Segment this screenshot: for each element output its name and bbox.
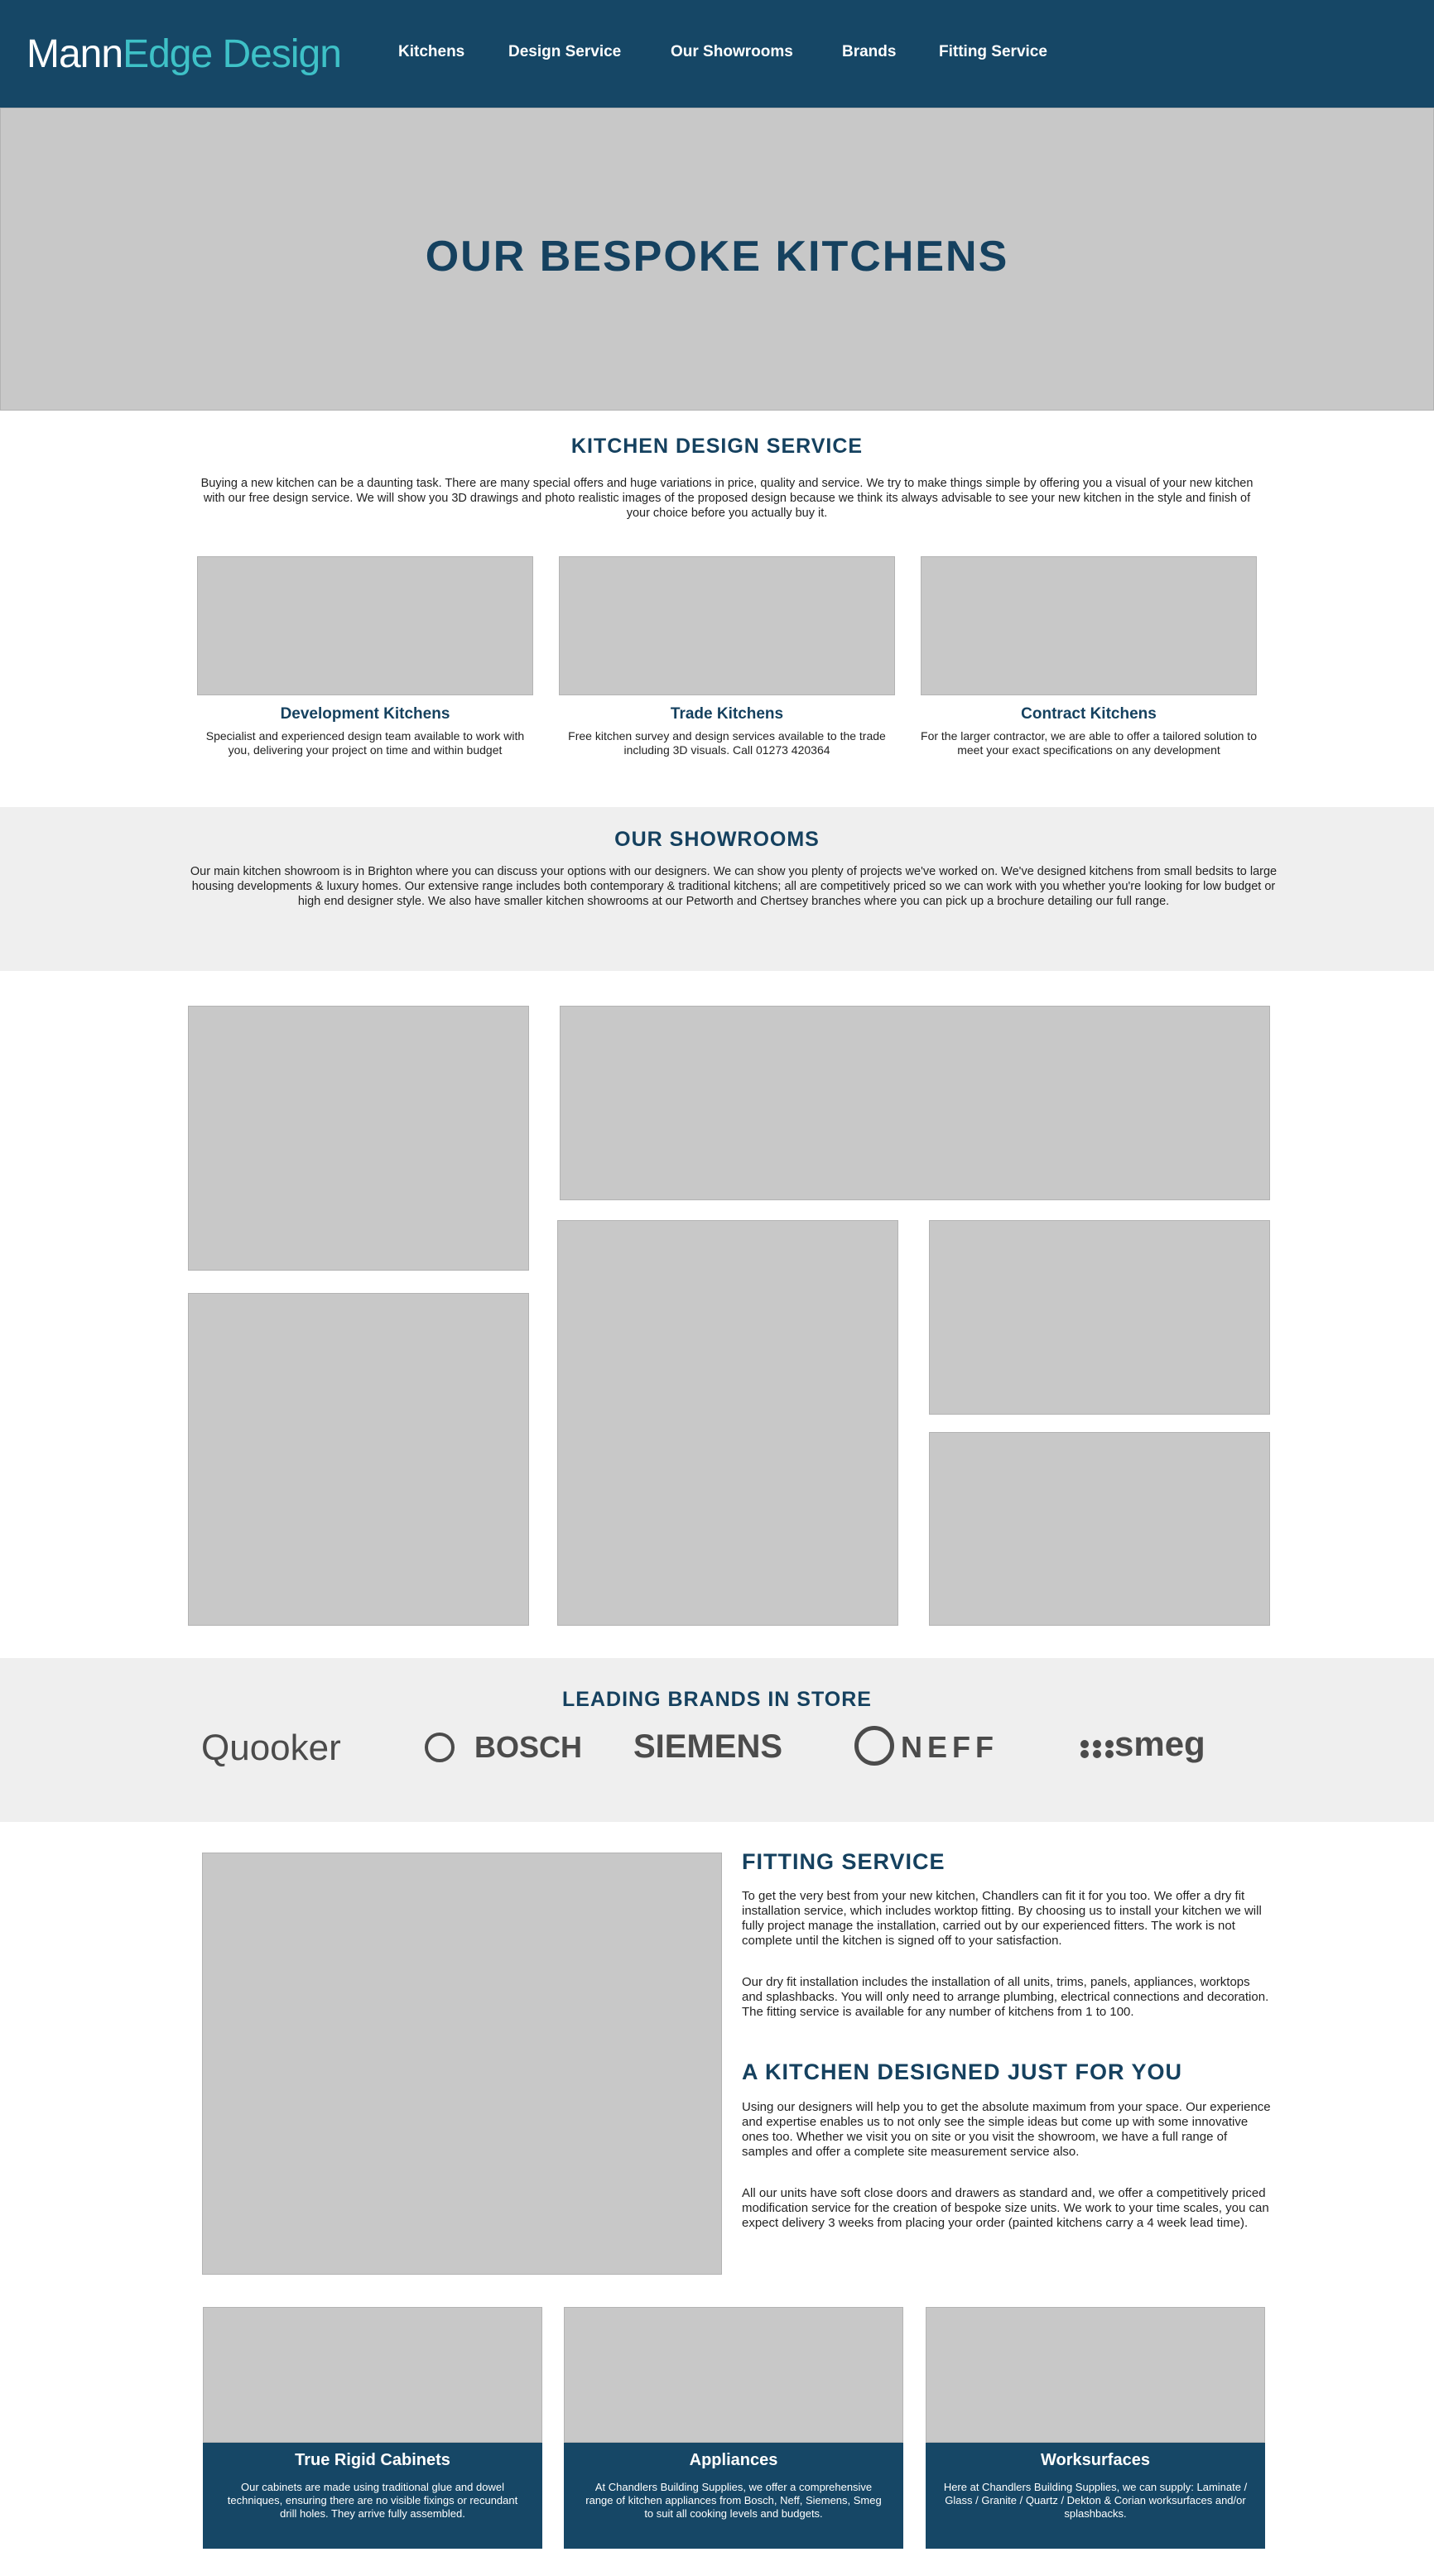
neff-logo-icon [854, 1726, 894, 1766]
designed-for-you-heading: A KITCHEN DESIGNED JUST FOR YOU [742, 2059, 1183, 2084]
brand-smeg[interactable]: smeg [1114, 1724, 1205, 1764]
brand-siemens[interactable]: SIEMENS [633, 1728, 782, 1766]
brand-bosch[interactable]: BOSCH [474, 1730, 582, 1765]
trade-kitchens-title[interactable]: Trade Kitchens [559, 705, 895, 723]
appliances-text: At Chandlers Building Supplies, we offer… [585, 2481, 882, 2520]
hero-title: OUR BESPOKE KITCHENS [425, 233, 1009, 281]
development-kitchens-title[interactable]: Development Kitchens [197, 705, 533, 723]
worksurfaces-text: Here at Chandlers Building Supplies, we … [943, 2481, 1248, 2520]
design-service-heading: KITCHEN DESIGN SERVICE [570, 435, 864, 458]
worksurfaces-panel: Worksurfaces Here at Chandlers Building … [926, 2443, 1265, 2549]
fitting-service-text-1: To get the very best from your new kitch… [742, 1889, 1262, 1948]
appliances-title: Appliances [689, 2451, 778, 2469]
design-service-text: Buying a new kitchen can be a daunting t… [200, 477, 1254, 520]
trade-kitchens-text: Free kitchen survey and design services … [568, 729, 886, 757]
worksurfaces-title: Worksurfaces [1041, 2451, 1150, 2469]
appliances-image [564, 2307, 903, 2443]
brands-heading: LEADING BRANDS IN STORE [562, 1688, 872, 1711]
brand-neff[interactable]: NEFF [901, 1730, 999, 1765]
site-logo[interactable]: MannEdge Design [26, 31, 342, 77]
gallery-sketch-image [188, 1006, 529, 1271]
appliances-panel: Appliances At Chandlers Building Supplie… [564, 2443, 903, 2549]
fitting-service-image [202, 1853, 722, 2275]
top-navigation-bar: MannEdge Design Kitchens Design Service … [0, 0, 1434, 108]
designed-for-you-text-1: Using our designers will help you to get… [742, 2100, 1271, 2159]
contract-kitchens-image [921, 556, 1257, 695]
cabinets-panel: True Rigid Cabinets Our cabinets are mad… [203, 2443, 542, 2549]
bosch-logo-icon [425, 1733, 455, 1762]
brand-quooker[interactable]: Quooker [201, 1728, 341, 1769]
nav-brands[interactable]: Brands [842, 43, 896, 61]
gallery-cabinet-handle-image [557, 1220, 898, 1626]
logo-part-2: Edge Design [123, 32, 342, 76]
gallery-samples-image [188, 1293, 529, 1626]
cabinets-text: Our cabinets are made using traditional … [227, 2481, 518, 2520]
gallery-sink-unit-image [929, 1220, 1270, 1415]
nav-design-service[interactable]: Design Service [508, 43, 621, 61]
designed-for-you-text-2: All our units have soft close doors and … [742, 2186, 1269, 2230]
contract-kitchens-title[interactable]: Contract Kitchens [921, 705, 1257, 723]
trade-kitchens-image [559, 556, 895, 695]
gallery-modern-kitchen-image [560, 1006, 1270, 1200]
cabinets-title: True Rigid Cabinets [295, 2451, 450, 2469]
worksurfaces-image [926, 2307, 1265, 2443]
fitting-service-text-2: Our dry fit installation includes the in… [742, 1975, 1269, 2019]
development-kitchens-image [197, 556, 533, 695]
feature-card-cabinets[interactable]: True Rigid Cabinets Our cabinets are mad… [203, 2307, 542, 2549]
showrooms-heading: OUR SHOWROOMS [614, 828, 820, 851]
fitting-service-heading: FITTING SERVICE [742, 1849, 946, 1874]
feature-card-appliances[interactable]: Appliances At Chandlers Building Supplie… [564, 2307, 903, 2549]
nav-kitchens[interactable]: Kitchens [398, 43, 464, 61]
showrooms-text: Our main kitchen showroom is in Brighton… [190, 865, 1278, 908]
smeg-dots-icon [1080, 1740, 1114, 1758]
nav-our-showrooms[interactable]: Our Showrooms [671, 43, 793, 61]
gallery-tablet-design-image [929, 1432, 1270, 1626]
development-kitchens-text: Specialist and experienced design team a… [205, 729, 525, 757]
nav-fitting-service[interactable]: Fitting Service [939, 43, 1047, 61]
logo-part-1: Mann [26, 32, 123, 76]
contract-kitchens-text: For the larger contractor, we are able t… [921, 729, 1257, 757]
cabinets-image [203, 2307, 542, 2443]
feature-card-worksurfaces[interactable]: Worksurfaces Here at Chandlers Building … [926, 2307, 1265, 2549]
